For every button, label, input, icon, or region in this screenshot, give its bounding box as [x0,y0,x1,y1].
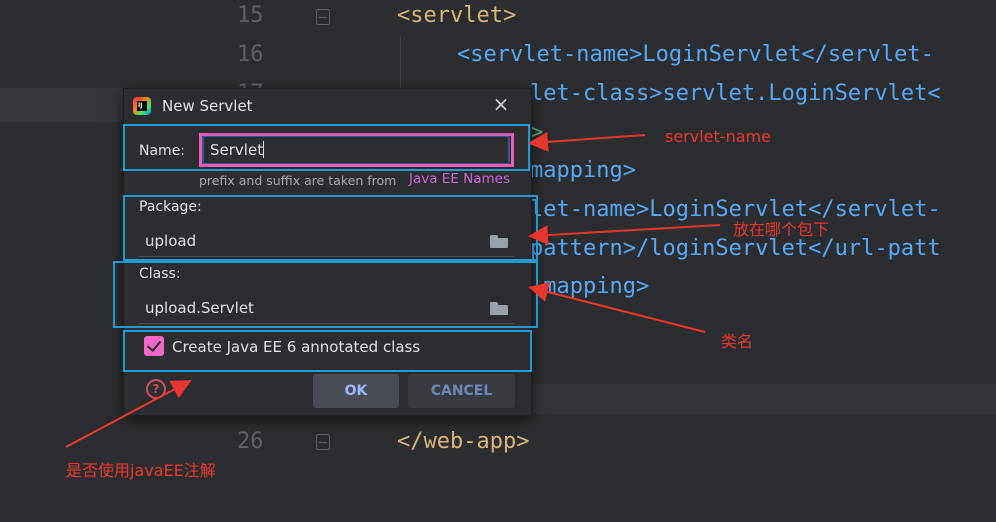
package-note: 放在哪个包下 [733,220,830,239]
arrow-annotation [65,380,192,448]
class-note: 类名 [721,332,754,351]
arrow-class [528,282,706,333]
servlet-name-note: servlet-name [665,127,771,146]
annotation-arrows [65,131,721,448]
annotation-note: 是否使用javaEE注解 [66,461,216,480]
arrow-package [528,224,721,246]
arrow-servlet-name [528,131,646,152]
